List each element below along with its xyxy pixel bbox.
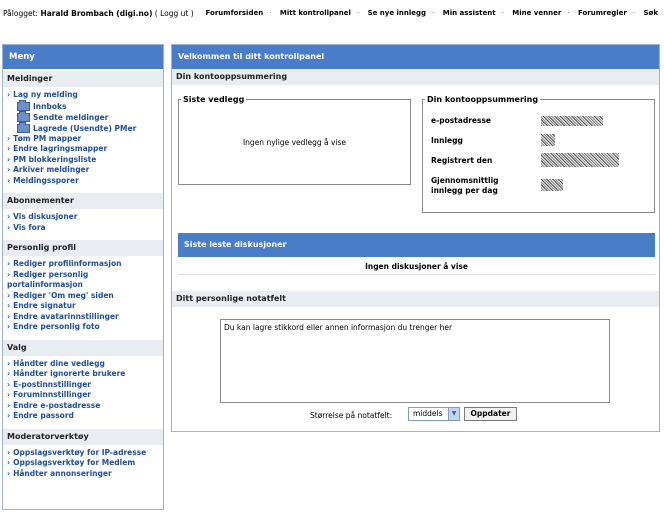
sidebar-item-edit-profile[interactable]: › Rediger profilinformasjon xyxy=(3,259,163,270)
sidebar-item-change-password[interactable]: › Endre passord xyxy=(3,411,163,422)
section-heading-options: Valg xyxy=(3,339,163,356)
attachments-legend: Siste vedlegg xyxy=(183,95,245,104)
section-heading-moderator: Moderatorverktøy xyxy=(3,428,163,445)
notes-textarea[interactable]: Du kan lagre stikkord eller annen inform… xyxy=(220,319,610,403)
sidebar-item-announcements[interactable]: › Håndter annonseringer xyxy=(3,469,163,480)
registered-label: Registrert den xyxy=(431,156,493,165)
sidebar-item-photo[interactable]: › Endre personlig foto xyxy=(3,322,163,333)
sidebar-item-sent[interactable]: Sendte meldinger xyxy=(3,110,163,123)
recent-threads-empty: Ingen diskusjoner å vise xyxy=(178,259,655,275)
attachments-empty-text: Ingen nylige vedlegg å vise xyxy=(242,138,347,147)
notes-size-value: middels xyxy=(413,409,443,418)
sidebar-item-edit-portal[interactable]: › Rediger personlig portalinformasjon xyxy=(3,270,163,291)
sidebar-item-edit-about[interactable]: › Rediger 'Om meg' siden xyxy=(3,291,163,302)
redacted-posts xyxy=(541,134,555,146)
logout-link[interactable]: ( Logg ut ) xyxy=(155,9,194,18)
top-nav: Forumforsiden · Mitt kontrollpanel · Se ny… xyxy=(205,9,658,17)
sidebar-item-empty-folders[interactable]: › Tøm PM mapper xyxy=(3,134,163,145)
account-legend: Din kontooppsummering xyxy=(427,95,539,104)
nav-assistant[interactable]: Min assistent xyxy=(443,9,496,17)
sidebar-item-change-email[interactable]: › Endre e-postadresse xyxy=(3,401,163,412)
notes-heading: Ditt personlige notatfelt xyxy=(172,291,659,307)
user-name[interactable]: Harald Brombach (digi.no) xyxy=(40,9,152,18)
redacted-average xyxy=(541,179,563,191)
sidebar-item-archive[interactable]: › Arkiver meldinger xyxy=(3,165,163,176)
section-heading-messages: Meldinger xyxy=(3,71,163,87)
sidebar-item-attachments[interactable]: › Håndter dine vedlegg xyxy=(3,359,163,370)
posts-label: Innlegg xyxy=(431,136,463,145)
sidebar-item-view-forums[interactable]: › Vis fora xyxy=(3,223,163,234)
average-label-line-1: Gjennomsnittlig xyxy=(431,176,499,185)
chevron-down-icon[interactable]: ▼ xyxy=(448,408,459,420)
sidebar-item-ignored[interactable]: › Håndter ignorerte brukere xyxy=(3,369,163,380)
sidebar-item-member-lookup[interactable]: › Oppslagsverktøy for Medlem xyxy=(3,458,163,469)
top-bar: Pålogget: Harald Brombach (digi.no) ( Lo… xyxy=(0,0,664,30)
nav-search[interactable]: Søk xyxy=(643,9,658,17)
redacted-registered xyxy=(541,153,619,167)
sidebar-item-blocklist[interactable]: › PM blokkeringsliste xyxy=(3,155,163,166)
sidebar-menu: Meny Meldinger › Lag ny melding Innboks S… xyxy=(2,44,164,510)
sidebar-item-forum-settings[interactable]: › Foruminnstillinger xyxy=(3,390,163,401)
folder-icon xyxy=(17,121,30,133)
sidebar-item-ip-lookup[interactable]: › Oppslagsverktøy for IP-adresse xyxy=(3,448,163,459)
section-heading-subscriptions: Abonnementer xyxy=(3,193,163,209)
update-button[interactable]: Oppdater xyxy=(464,407,517,421)
nav-control-panel[interactable]: Mitt kontrollpanel xyxy=(280,9,351,17)
email-label: e-postadresse xyxy=(431,116,491,125)
sidebar-item-change-folders[interactable]: › Endre lagringsmapper xyxy=(3,144,163,155)
control-panel: Velkommen til ditt kontrollpanel Din kon… xyxy=(171,44,660,432)
sidebar-item-tracker[interactable]: › Meldingssporer xyxy=(3,176,163,187)
account-summary-box: Din kontooppsummering e-postadresse Innl… xyxy=(422,95,655,213)
bullet-icon: › xyxy=(7,90,11,99)
sidebar-item-inbox[interactable]: Innboks xyxy=(3,99,163,112)
sidebar-item-view-threads[interactable]: › Vis diskusjoner xyxy=(3,212,163,223)
average-label-line-2: innlegg per dag xyxy=(431,186,498,195)
login-info: Pålogget: Harald Brombach (digi.no) ( Lo… xyxy=(3,9,194,18)
section-heading-profile: Personlig profil xyxy=(3,240,163,256)
sidebar-item-email-settings[interactable]: › E-postinnstillinger xyxy=(3,380,163,391)
nav-new-posts[interactable]: Se nye innlegg xyxy=(368,9,427,17)
nav-rules[interactable]: Forumregler xyxy=(578,9,627,17)
notes-size-select[interactable]: middels ▼ xyxy=(408,407,460,421)
redacted-email xyxy=(541,116,603,126)
notes-size-label: Størrelse på notatfelt: xyxy=(310,411,393,420)
sidebar-item-signature[interactable]: › Endre signatur xyxy=(3,301,163,312)
logged-in-label: Pålogget: xyxy=(3,9,39,18)
sidebar-item-saved[interactable]: Lagrede (Usendte) PMer xyxy=(3,121,163,134)
folder-icon xyxy=(17,99,30,111)
recent-attachments-box: Siste vedlegg Ingen nylige vedlegg å vis… xyxy=(178,95,411,185)
sidebar-item-avatar[interactable]: › Endre avatarinnstillinger xyxy=(3,312,163,323)
sidebar-title: Meny xyxy=(3,45,163,69)
folder-icon xyxy=(17,110,30,122)
recent-threads-heading: Siste leste diskusjoner xyxy=(178,233,655,257)
summary-heading: Din kontooppsummering xyxy=(172,69,659,85)
nav-forum-home[interactable]: Forumforsiden xyxy=(206,9,264,17)
nav-friends[interactable]: Mine venner xyxy=(512,9,561,17)
sidebar-item-new-message[interactable]: › Lag ny melding xyxy=(3,90,163,101)
page-title: Velkommen til ditt kontrollpanel xyxy=(172,45,659,69)
